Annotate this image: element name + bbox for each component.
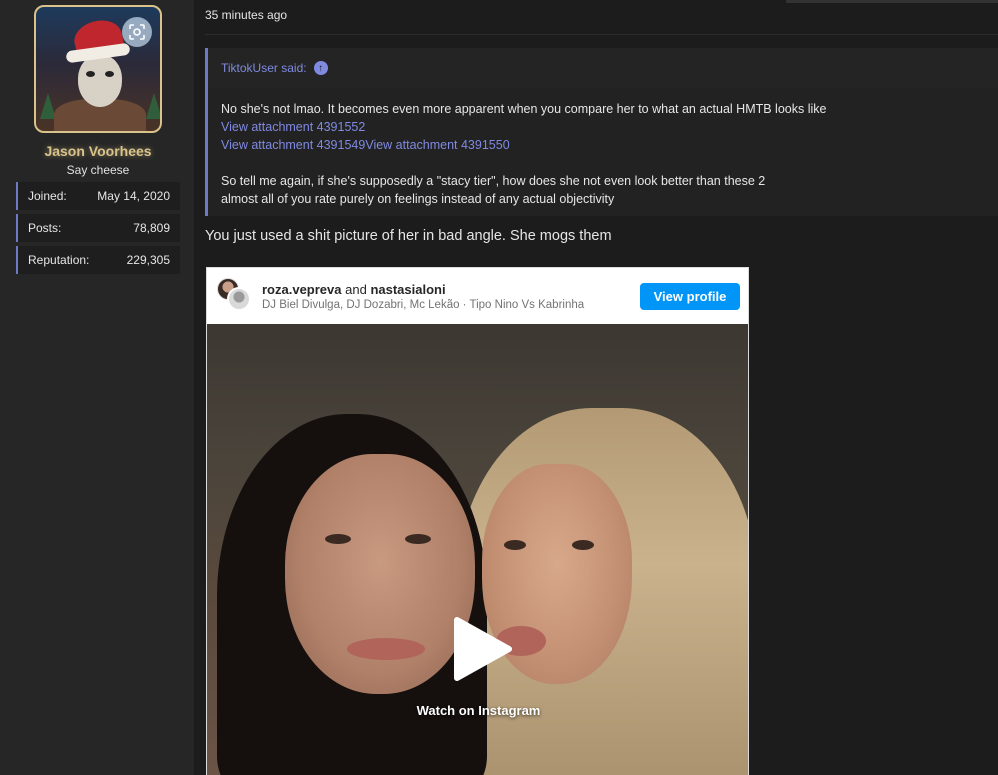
quote-line: almost all of you rate purely on feeling… (221, 192, 615, 206)
embed-header: roza.vepreva and nastasialoni DJ Biel Di… (207, 268, 748, 324)
stat-label: Joined: (28, 189, 67, 203)
view-profile-button[interactable]: View profile (640, 283, 740, 310)
hockey-mask (78, 55, 122, 107)
avatar[interactable] (34, 5, 162, 133)
quote-body: No she's not lmao. It becomes even more … (221, 100, 991, 208)
top-divider (786, 0, 998, 3)
post-timestamp[interactable]: 35 minutes ago (205, 8, 287, 22)
profile-avatar[interactable] (227, 287, 251, 311)
quote-author[interactable]: TiktokUser said: (221, 61, 307, 75)
username[interactable]: Jason Voorhees (0, 143, 196, 159)
photo-subject-face (285, 454, 475, 694)
quote-line: So tell me again, if she's supposedly a … (221, 174, 766, 188)
quote-block: TiktokUser said: ↑ No she's not lmao. It… (205, 48, 998, 216)
watch-on-instagram-link[interactable]: Watch on Instagram (207, 703, 748, 718)
stat-posts: Posts: 78,809 (16, 214, 180, 242)
embed-usernames: roza.vepreva and nastasialoni (262, 282, 446, 297)
embed-conj: and (345, 282, 367, 297)
video-thumbnail[interactable]: Watch on Instagram (207, 324, 748, 775)
embed-user-link[interactable]: nastasialoni (370, 282, 445, 297)
stat-reputation: Reputation: 229,305 (16, 246, 180, 274)
play-icon[interactable] (449, 614, 515, 684)
embed-user-link[interactable]: roza.vepreva (262, 282, 342, 297)
stat-value: May 14, 2020 (97, 189, 170, 203)
stat-joined: Joined: May 14, 2020 (16, 182, 180, 210)
tree-decoration (146, 93, 160, 119)
quote-header[interactable]: TiktokUser said: ↑ (208, 48, 998, 88)
stat-value: 229,305 (126, 253, 170, 267)
instagram-embed: roza.vepreva and nastasialoni DJ Biel Di… (206, 267, 749, 775)
stat-value: 78,809 (133, 221, 170, 235)
audio-credit[interactable]: DJ Biel Divulga, DJ Dozabri, Mc Lekão · … (262, 299, 584, 311)
user-title: Say cheese (66, 163, 130, 177)
stat-label: Posts: (28, 221, 62, 235)
stat-label: Reputation: (28, 253, 90, 267)
divider (205, 34, 998, 35)
page: Jason Voorhees Say cheese Joined: May 14… (0, 0, 998, 775)
reply-text: You just used a shit picture of her in b… (205, 228, 612, 244)
arrow-up-icon[interactable]: ↑ (313, 61, 328, 75)
attachment-link[interactable]: View attachment 4391549 (221, 138, 365, 152)
attachment-link[interactable]: View attachment 4391552 (221, 120, 365, 134)
quote-line: No she's not lmao. It becomes even more … (221, 102, 827, 116)
user-sidebar: Jason Voorhees Say cheese Joined: May 14… (0, 0, 194, 775)
camera-scan-icon[interactable] (122, 17, 152, 47)
attachment-link[interactable]: View attachment 4391550 (365, 138, 509, 152)
